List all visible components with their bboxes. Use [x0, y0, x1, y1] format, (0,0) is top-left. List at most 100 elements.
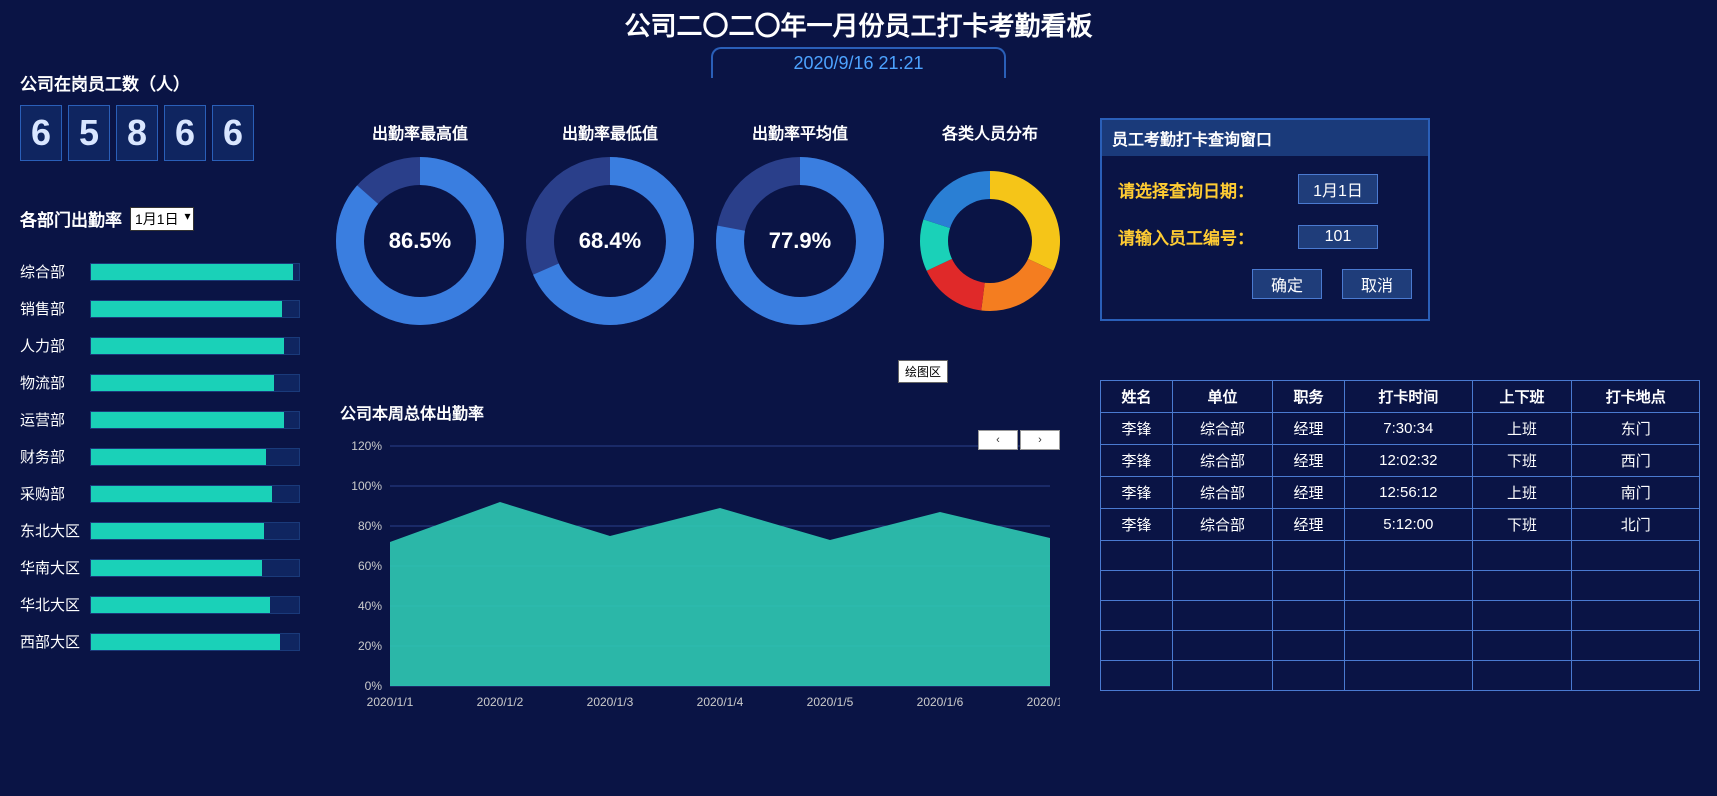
records-cell: 7:30:34 [1345, 413, 1473, 445]
records-cell-empty [1272, 541, 1344, 571]
dept-bar-name: 综合部 [20, 261, 80, 282]
page-title: 公司二〇二〇年一月份员工打卡考勤看板 [0, 6, 1717, 43]
table-row: 李锋综合部经理12:56:12上班南门 [1101, 477, 1700, 509]
dept-bar-name: 华北大区 [20, 594, 80, 615]
records-cell-empty [1272, 601, 1344, 631]
donut-block: 出勤率最低值 68.4% [520, 120, 700, 326]
area-next-button[interactable]: › [1020, 430, 1060, 450]
pie-legend-label: 绘图区 [898, 360, 948, 383]
employee-count-digit: 6 [212, 105, 254, 161]
records-cell-empty [1101, 541, 1173, 571]
area-prev-button[interactable]: ‹ [978, 430, 1018, 450]
dept-bar-name: 物流部 [20, 372, 80, 393]
table-row-empty [1101, 571, 1700, 601]
dept-bar-fill [91, 412, 284, 428]
donut-value: 68.4% [525, 156, 695, 326]
records-cell-empty [1101, 631, 1173, 661]
records-cell-empty [1572, 631, 1700, 661]
records-cell-empty [1572, 571, 1700, 601]
records-cell-empty [1173, 541, 1273, 571]
query-cancel-button[interactable]: 取消 [1342, 269, 1412, 299]
employee-count-digits: 65866 [20, 105, 300, 161]
dept-bar-list: 综合部销售部人力部物流部运营部财务部采购部东北大区华南大区华北大区西部大区 [20, 261, 300, 652]
pie-chart [905, 156, 1075, 326]
dept-bar-track [90, 448, 300, 466]
donut-area: 出勤率最高值 86.5% 出勤率最低值 68.4% 出勤率平均值 77.9% 各… [330, 120, 1080, 326]
records-cell: 李锋 [1101, 477, 1173, 509]
records-cell: 北门 [1572, 509, 1700, 541]
table-row-empty [1101, 661, 1700, 691]
records-cell: 下班 [1472, 445, 1572, 477]
records-cell: 经理 [1272, 509, 1344, 541]
records-cell-empty [1572, 661, 1700, 691]
area-chart-title: 公司本周总体出勤率 [340, 400, 1060, 424]
records-header-cell: 打卡时间 [1345, 381, 1473, 413]
dept-bar-row: 华南大区 [20, 557, 300, 578]
weekly-attendance-chart: 公司本周总体出勤率 ‹ › 0%20%40%60%80%100%120%2020… [340, 400, 1060, 731]
records-cell: 5:12:00 [1345, 509, 1473, 541]
employee-count-digit: 6 [20, 105, 62, 161]
records-cell: 经理 [1272, 477, 1344, 509]
records-cell-empty [1101, 601, 1173, 631]
records-cell-empty [1345, 661, 1473, 691]
svg-text:2020/1/6: 2020/1/6 [917, 695, 964, 709]
query-date-input[interactable]: 1月1日 [1298, 174, 1378, 204]
records-cell-empty [1101, 571, 1173, 601]
table-row: 李锋综合部经理5:12:00下班北门 [1101, 509, 1700, 541]
dept-bar-fill [91, 560, 262, 576]
records-cell-empty [1173, 601, 1273, 631]
svg-text:2020/1/7: 2020/1/7 [1027, 695, 1060, 709]
table-row-empty [1101, 601, 1700, 631]
records-cell: 综合部 [1173, 509, 1273, 541]
dashboard-header: 公司二〇二〇年一月份员工打卡考勤看板 2020/9/16 21:21 [0, 0, 1717, 78]
svg-text:0%: 0% [365, 679, 383, 693]
dept-bar-track [90, 522, 300, 540]
svg-text:2020/1/3: 2020/1/3 [587, 695, 634, 709]
dept-bar-track [90, 411, 300, 429]
dept-bar-fill [91, 301, 282, 317]
svg-text:20%: 20% [358, 639, 382, 653]
dept-bar-name: 销售部 [20, 298, 80, 319]
dept-bar-row: 人力部 [20, 335, 300, 356]
employee-count-digit: 8 [116, 105, 158, 161]
table-row: 李锋综合部经理12:02:32下班西门 [1101, 445, 1700, 477]
records-cell-empty [1345, 601, 1473, 631]
svg-text:80%: 80% [358, 519, 382, 533]
donut-value: 77.9% [715, 156, 885, 326]
records-header-cell: 姓名 [1101, 381, 1173, 413]
dept-bar-fill [91, 375, 274, 391]
svg-text:100%: 100% [351, 479, 382, 493]
records-cell: 综合部 [1173, 477, 1273, 509]
records-cell-empty [1472, 541, 1572, 571]
records-cell-empty [1472, 571, 1572, 601]
dept-bar-row: 销售部 [20, 298, 300, 319]
area-chart-nav: ‹ › [978, 430, 1060, 450]
dept-bar-name: 华南大区 [20, 557, 80, 578]
records-cell-empty [1472, 631, 1572, 661]
records-cell: 综合部 [1173, 445, 1273, 477]
query-id-input[interactable]: 101 [1298, 225, 1378, 249]
records-table: 姓名单位职务打卡时间上下班打卡地点李锋综合部经理7:30:34上班东门李锋综合部… [1100, 380, 1700, 691]
dept-bar-fill [91, 523, 264, 539]
query-ok-button[interactable]: 确定 [1252, 269, 1322, 299]
records-cell-empty [1472, 661, 1572, 691]
donut-chart: 77.9% [715, 156, 885, 326]
records-cell-empty [1345, 571, 1473, 601]
records-cell: 综合部 [1173, 413, 1273, 445]
records-cell-empty [1345, 541, 1473, 571]
donut-title: 出勤率最低值 [520, 120, 700, 144]
dept-attendance-label: 各部门出勤率 [20, 206, 122, 231]
dept-bar-track [90, 337, 300, 355]
records-cell: 12:56:12 [1345, 477, 1473, 509]
records-header-row: 姓名单位职务打卡时间上下班打卡地点 [1101, 381, 1700, 413]
svg-text:2020/1/1: 2020/1/1 [367, 695, 414, 709]
records-cell: 东门 [1572, 413, 1700, 445]
records-cell-empty [1272, 571, 1344, 601]
dept-bar-name: 东北大区 [20, 520, 80, 541]
dept-date-select[interactable]: 1月1日 [130, 207, 194, 231]
svg-text:2020/1/5: 2020/1/5 [807, 695, 854, 709]
records-cell: 上班 [1472, 477, 1572, 509]
dept-bar-row: 综合部 [20, 261, 300, 282]
query-id-label: 请输入员工编号： [1118, 224, 1268, 249]
records-cell-empty [1345, 631, 1473, 661]
